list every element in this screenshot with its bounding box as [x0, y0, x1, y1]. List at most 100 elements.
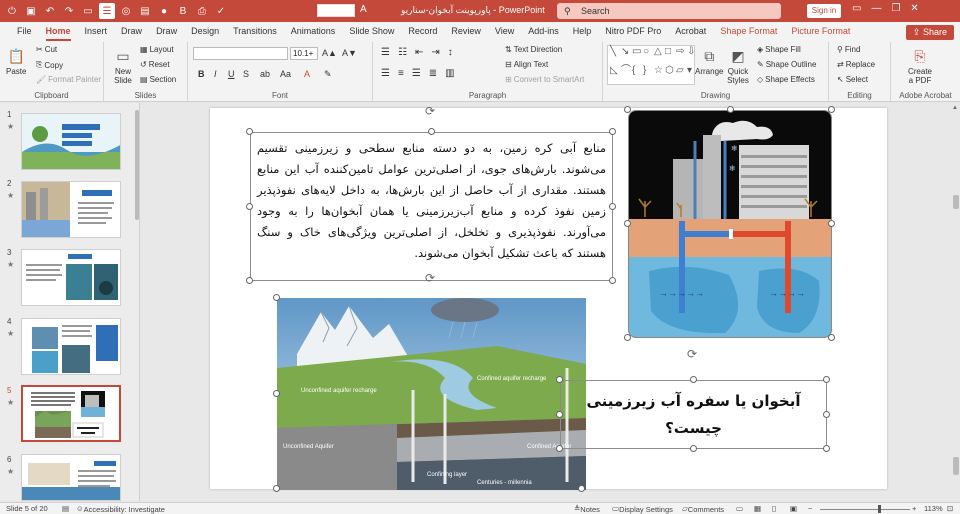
picture-icon[interactable]: ▤	[137, 3, 153, 19]
undo-icon[interactable]: ↶	[42, 3, 58, 19]
shape-square-icon[interactable]: □	[665, 46, 676, 65]
resize-handle[interactable]	[609, 128, 616, 135]
shape-star-icon[interactable]: ☆	[654, 65, 665, 84]
resize-handle[interactable]	[556, 376, 563, 383]
resize-handle[interactable]	[624, 106, 631, 113]
align-buttons[interactable]: ☰ ≡ ☰ ≣ ▥	[381, 68, 455, 79]
reading-view-icon[interactable]: ▯	[772, 504, 776, 513]
underline-icon[interactable]: U	[228, 69, 235, 79]
resize-handle[interactable]	[246, 277, 253, 284]
resize-handle[interactable]	[828, 106, 835, 113]
tab-add-ins[interactable]: Add-ins	[521, 22, 566, 42]
zoom-out-icon[interactable]: −	[808, 504, 812, 513]
present-icon[interactable]: ▭	[80, 3, 96, 19]
resize-handle[interactable]	[624, 220, 631, 227]
slide-thumbnail-6[interactable]	[21, 454, 121, 501]
quick-styles-button[interactable]: ◩ Quick Styles	[725, 48, 751, 85]
well-illustration[interactable]: ❄❄❄❄ →→→→→→→→→	[628, 110, 832, 338]
tab-transitions[interactable]: Transitions	[226, 22, 284, 42]
arrange-button[interactable]: ⧉ Arrange	[695, 48, 723, 76]
resize-handle[interactable]	[823, 411, 830, 418]
accessibility-status[interactable]: ☺ Accessibility: Investigate	[76, 504, 165, 514]
shape-triangle-icon[interactable]: △	[654, 46, 665, 65]
slide-sorter-icon[interactable]: ▦	[754, 504, 761, 513]
search-box[interactable]: ⚲ Search	[557, 3, 781, 19]
resize-handle[interactable]	[556, 411, 563, 418]
shrink-font-icon[interactable]: A▼	[342, 48, 357, 58]
shape-callout-icon[interactable]: ▱	[676, 65, 687, 84]
resize-handle[interactable]	[273, 294, 280, 301]
strikethrough-icon[interactable]: S	[243, 69, 249, 79]
resize-handle[interactable]	[556, 445, 563, 452]
text-box-icon[interactable]: ☰	[99, 3, 115, 19]
resize-handle[interactable]	[823, 445, 830, 452]
sign-in-button[interactable]: Sign in	[807, 4, 841, 18]
minimize-icon[interactable]: —	[871, 3, 881, 14]
shape-effects-button[interactable]: ◇ Shape Effects	[757, 75, 815, 84]
cut-button[interactable]: ✂ Cut	[36, 45, 57, 54]
new-slide-button[interactable]: ▭ New Slide	[110, 48, 136, 85]
font-color-icon[interactable]: A	[360, 4, 367, 15]
shape-bracket-icon[interactable]: }	[643, 65, 654, 84]
shape-curve-icon[interactable]: ⌒	[621, 65, 632, 84]
resize-handle[interactable]	[690, 376, 697, 383]
slide-thumbnail-2[interactable]	[21, 181, 121, 238]
resize-handle[interactable]	[823, 376, 830, 383]
resize-handle[interactable]	[727, 106, 734, 113]
zoom-level[interactable]: 113%	[924, 504, 943, 513]
record-icon[interactable]: ●	[156, 3, 172, 19]
canvas-vertical-scrollbar[interactable]: ▲	[952, 103, 960, 501]
ribbon-display-icon[interactable]: ▭	[852, 3, 861, 14]
align-text-button[interactable]: ⊟ Align Text	[505, 60, 548, 69]
paste-button[interactable]: 📋 Paste	[6, 48, 26, 76]
highlight-icon[interactable]: ✎	[324, 69, 332, 80]
slide-thumbnail-5[interactable]	[21, 385, 121, 442]
font-size-box[interactable]: 10.1+	[290, 47, 318, 60]
shape-oval-icon[interactable]: ○	[643, 46, 654, 65]
grow-font-icon[interactable]: A▲	[322, 48, 337, 58]
shape-right-arrow-icon[interactable]: ⇨	[676, 46, 687, 65]
tab-animations[interactable]: Animations	[284, 22, 343, 42]
shapes-gallery[interactable]: ╲ ↘ ▭ ○ △ □ ⇨ ⇩ ◺ ⌒{} ☆ ⬡ ▱ ▾	[607, 45, 695, 85]
resize-handle[interactable]	[624, 334, 631, 341]
tab-draw[interactable]: Draw	[114, 22, 149, 42]
tab-help[interactable]: Help	[566, 22, 599, 42]
font-color-icon[interactable]: A	[304, 69, 310, 79]
close-icon[interactable]: ✕	[910, 3, 918, 14]
shape-brace-icon[interactable]: {	[632, 65, 643, 84]
layout-button[interactable]: ▦ Layout	[140, 45, 174, 54]
zoom-slider-thumb[interactable]	[878, 505, 881, 513]
replace-button[interactable]: ⇄ Replace	[837, 60, 875, 69]
resize-handle[interactable]	[246, 128, 253, 135]
char-spacing-icon[interactable]: ab	[260, 69, 270, 79]
slide-thumbnail-4[interactable]	[21, 318, 121, 375]
smartart-button[interactable]: ⊞ Convert to SmartArt	[505, 75, 584, 84]
resize-handle[interactable]	[246, 203, 253, 210]
normal-view-icon[interactable]: ▭	[736, 504, 743, 513]
tab-nitro-pdf-pro[interactable]: Nitro PDF Pro	[598, 22, 668, 42]
font-name-box[interactable]	[193, 47, 288, 60]
fit-slide-icon[interactable]: ⊡	[947, 504, 953, 513]
resize-handle[interactable]	[273, 485, 280, 492]
tab-slide-show[interactable]: Slide Show	[342, 22, 401, 42]
scroll-thumb-lower[interactable]	[953, 457, 959, 475]
tab-insert[interactable]: Insert	[78, 22, 115, 42]
screenshot-icon[interactable]: ◎	[118, 3, 134, 19]
slide-title-box[interactable]: آبخوان یا سفره آب زیرزمینی چیست؟	[560, 380, 827, 449]
tab-acrobat[interactable]: Acrobat	[668, 22, 713, 42]
resize-handle[interactable]	[273, 390, 280, 397]
resize-handle[interactable]	[609, 203, 616, 210]
find-button[interactable]: ⚲ Find	[837, 45, 860, 54]
slide-thumbnail-3[interactable]	[21, 249, 121, 306]
resize-handle[interactable]	[828, 220, 835, 227]
resize-handle[interactable]	[578, 485, 585, 492]
aquifer-diagram[interactable]: Unconfined Aquifer Unconfined aquifer re…	[277, 298, 586, 490]
change-case-icon[interactable]: Aa	[280, 69, 291, 79]
shape-line-icon[interactable]: ╲	[610, 46, 621, 65]
resize-handle[interactable]	[428, 128, 435, 135]
zoom-slider[interactable]	[820, 509, 910, 510]
italic-icon[interactable]: I	[214, 69, 217, 79]
bold-icon[interactable]: B	[198, 69, 205, 79]
shape-rect-icon[interactable]: ▭	[632, 46, 643, 65]
slide-thumbnail-1[interactable]	[21, 113, 121, 170]
